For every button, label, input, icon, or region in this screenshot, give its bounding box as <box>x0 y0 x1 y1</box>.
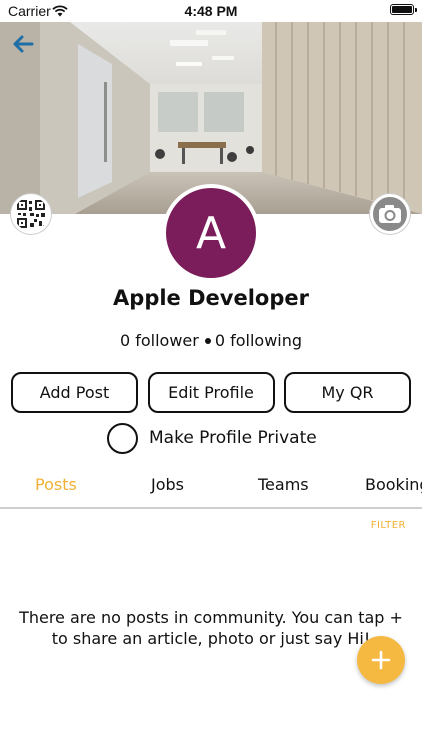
private-radio[interactable] <box>107 422 138 454</box>
filter-button[interactable]: FILTER <box>371 520 406 531</box>
empty-posts-message: There are no posts in community. You can… <box>19 608 403 648</box>
tab-posts[interactable]: Posts <box>35 475 77 494</box>
qr-code-icon <box>14 197 48 231</box>
change-cover-button[interactable] <box>370 194 410 234</box>
add-post-button[interactable]: Add Post <box>11 372 138 413</box>
add-fab-button[interactable] <box>357 636 405 684</box>
plus-icon <box>371 650 391 670</box>
follow-stats: 0 follower 0 following <box>0 331 422 350</box>
followers-count[interactable]: 0 follower <box>120 331 199 350</box>
tabs-divider <box>0 507 422 509</box>
avatar-initial: A <box>195 207 227 259</box>
make-profile-private-toggle[interactable]: Make Profile Private <box>107 422 317 454</box>
profile-actions: Add Post Edit Profile My QR <box>11 372 411 413</box>
tab-jobs[interactable]: Jobs <box>151 475 184 494</box>
status-bar: Carrier 4:48 PM <box>0 0 422 22</box>
my-qr-button[interactable]: My QR <box>284 372 411 413</box>
tab-teams[interactable]: Teams <box>258 475 309 494</box>
separator-dot <box>204 337 211 344</box>
status-time: 4:48 PM <box>184 3 238 19</box>
back-button[interactable] <box>10 32 38 56</box>
tab-bookings[interactable]: Bookings <box>365 475 422 494</box>
camera-icon <box>379 205 401 223</box>
edit-profile-button[interactable]: Edit Profile <box>147 372 275 413</box>
avatar[interactable]: A <box>162 184 260 282</box>
arrow-left-icon <box>13 35 34 53</box>
following-count[interactable]: 0 following <box>215 331 302 350</box>
profile-tabs: Posts Jobs Teams Bookings <box>0 472 422 508</box>
private-label: Make Profile Private <box>149 428 317 448</box>
battery-icon <box>390 4 417 15</box>
qr-code-thumbnail[interactable] <box>11 194 51 234</box>
profile-name: Apple Developer <box>113 286 309 310</box>
